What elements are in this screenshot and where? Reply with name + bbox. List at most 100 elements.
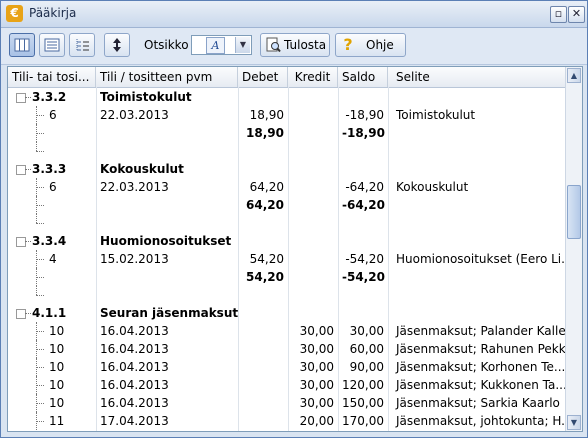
vertical-scrollbar[interactable]: ▲ ▼ [565,67,582,431]
selite-text: Jäsenmaksut; Rahunen Pekka [396,342,565,356]
tree-connector [36,286,37,295]
kredit-value: 20,00 [299,414,334,428]
account-name: Toimistokulut [100,90,192,104]
debet-value: 54,20 [249,252,284,266]
tree-connector [36,133,44,134]
entry-date: 16.04.2013 [100,378,169,392]
otsikko-select[interactable]: A ▼ [191,35,252,55]
row-height-button[interactable] [104,33,130,57]
scroll-down-button[interactable]: ▼ [567,415,581,430]
tree-connector [36,349,44,350]
help-button[interactable]: ? Ohje [335,33,406,57]
saldo-value: 150,00 [342,396,384,410]
debet-value: 64,20 [249,180,284,194]
table-row[interactable]: 10 16.04.2013 30,00 120,00 Jäsenmaksut; Kukk… [8,376,565,394]
document-number: 10 [49,378,65,392]
tree-connector [36,214,37,223]
table-row[interactable]: 10 16.04.2013 30,00 30,00 Jäsenmaksut; Palan… [8,322,565,340]
debet-value [238,412,288,430]
document-number: 10 [49,342,65,356]
saldo-value: 170,00 [342,414,384,428]
print-preview-icon [266,37,281,53]
column-header-account[interactable]: Tili- tai tosi... [8,67,96,87]
kredit-value: 30,00 [299,396,334,410]
column-header-selite[interactable]: Selite [388,67,565,87]
table-row[interactable]: 18,90 -18,90 [8,124,565,142]
selite-text: Huomionosoitukset (Eero Li... [396,252,565,266]
selite-text: Jäsenmaksut, johtokunta; H... [396,414,565,428]
table-row[interactable]: 64,20 -64,20 [8,196,565,214]
selite-text: Jäsenmaksut; Kukkonen Ta... [396,378,565,392]
table-row[interactable]: 6 22.03.2013 18,90 -18,90 Toimistokulut [8,106,565,124]
entry-date: 15.02.2013 [100,252,169,266]
euro-app-icon: € [6,5,23,22]
tree-connector [36,367,44,368]
close-button[interactable]: ✕ [568,6,585,23]
tree-connector [36,151,44,152]
font-style-icon: A [206,37,225,54]
tree-view-button[interactable] [69,33,95,57]
otsikko-label: Otsikko [144,38,189,52]
column-header-saldo[interactable]: Saldo [338,67,388,87]
tree-connector [36,259,44,260]
entry-date: 17.04.2013 [100,414,169,428]
debet-total: 18,90 [246,126,284,140]
table-row[interactable]: 10 16.04.2013 30,00 60,00 Jäsenmaksut; Rahun… [8,340,565,358]
tree-expander-icon[interactable] [16,237,26,247]
table-row[interactable]: 4.1.1 Seuran jäsenmaksut [8,304,565,322]
column-header-kredit[interactable]: Kredit [288,67,338,87]
debet-value: 18,90 [249,108,284,122]
minimize-button[interactable]: ▫ [550,6,567,23]
scroll-thumb[interactable] [567,185,581,239]
column-header-debet[interactable]: Debet [238,67,288,87]
document-number: 6 [49,180,57,194]
table-row[interactable] [8,214,565,232]
debet-value [238,322,288,340]
selite-text: Jäsenmaksut; Palander Kalle [396,324,565,338]
kredit-value [288,250,338,268]
table-row[interactable] [8,286,565,304]
debet-total: 64,20 [246,198,284,212]
table-row[interactable]: 3.3.2 Toimistokulut [8,88,565,106]
tree-connector [36,421,44,422]
document-number: 10 [49,360,65,374]
table-row[interactable]: 3.3.4 Huomionosoitukset [8,232,565,250]
columns-view-button[interactable] [9,33,35,57]
document-number: 11 [49,414,65,428]
table-row[interactable]: 3.3.3 Kokouskulut [8,160,565,178]
ledger-table: Tili- tai tosi... Tili / tositteen pvm D… [7,66,583,432]
title-bar[interactable]: € Pääkirja ▫ ✕ [1,1,587,28]
tree-expander-icon[interactable] [16,309,26,319]
document-number: 4 [49,252,57,266]
tree-connector [36,187,44,188]
kredit-value: 30,00 [299,324,334,338]
tree-expander-icon[interactable] [16,165,26,175]
tree-expander-icon[interactable] [16,93,26,103]
kredit-value: 30,00 [299,342,334,356]
saldo-total: -64,20 [342,198,385,212]
account-code: 3.3.4 [32,234,67,248]
table-row[interactable]: 10 16.04.2013 30,00 150,00 Jäsenmaksut; Sark… [8,394,565,412]
account-code: 4.1.1 [32,306,67,320]
print-button[interactable]: Tulosta [260,33,330,57]
table-row[interactable]: 4 15.02.2013 54,20 -54,20 Huomionosoitukset … [8,250,565,268]
document-number: 10 [49,396,65,410]
entry-date: 16.04.2013 [100,396,169,410]
chevron-down-icon[interactable]: ▼ [235,37,250,53]
table-row[interactable]: 11 17.04.2013 20,00 170,00 Jäsenmaksut, joht… [8,412,565,430]
selite-text: Jäsenmaksut; Korhonen Te... [396,360,565,374]
debet-value [238,340,288,358]
table-row[interactable]: 6 22.03.2013 64,20 -64,20 Kokouskulut [8,178,565,196]
table-header: Tili- tai tosi... Tili / tositteen pvm D… [8,67,565,88]
table-row[interactable] [8,142,565,160]
column-header-account-date[interactable]: Tili / tositteen pvm [96,67,238,87]
account-name: Kokouskulut [100,162,184,176]
table-row[interactable]: 10 16.04.2013 30,00 90,00 Jäsenmaksut; Korho… [8,358,565,376]
table-row[interactable]: 54,20 -54,20 [8,268,565,286]
rows-view-button[interactable] [39,33,65,57]
debet-value [238,358,288,376]
scroll-up-button[interactable]: ▲ [567,68,581,83]
tree-connector [36,403,44,404]
kredit-value: 30,00 [299,360,334,374]
help-label: Ohje [366,38,394,52]
